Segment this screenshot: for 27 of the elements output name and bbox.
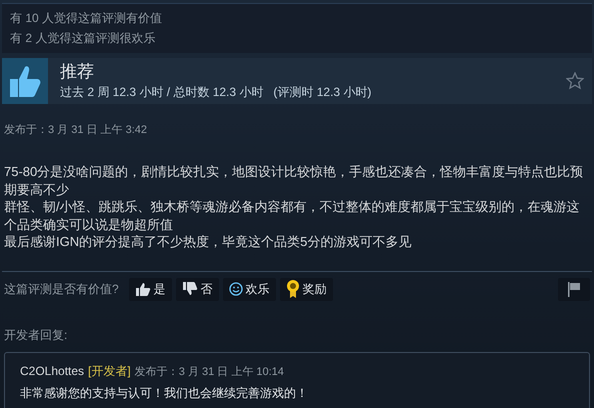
award-medal-icon (286, 279, 300, 299)
yes-button[interactable]: 是 (128, 278, 172, 300)
posted-date: 发布于：3 月 31 日 上午 3:42 (4, 123, 148, 137)
thumbs-up-icon (134, 282, 151, 296)
report-button[interactable] (558, 278, 590, 300)
star-icon[interactable] (566, 72, 584, 90)
funny-button[interactable]: 欢乐 (222, 278, 276, 300)
smiley-icon (228, 282, 243, 296)
no-button[interactable]: 否 (176, 278, 219, 300)
developer-tag: [开发者] (88, 362, 131, 380)
thumbs-up-icon (8, 63, 42, 99)
review-paragraph: 最后感谢IGN的评分提高了不少热度，毕竟这个品类5分的游戏可不多见 (4, 233, 412, 250)
award-button[interactable]: 奖励 (280, 278, 333, 300)
review-verdict: 推荐 (60, 61, 95, 83)
vote-summary: 有 10 人觉得这篇评测有价值 (10, 10, 164, 27)
flag-icon (566, 281, 582, 297)
developer-reply-heading: 开发者回复: (4, 326, 68, 344)
reply-text: 非常感谢您的支持与认可！我们也会继续完善游戏的！ (20, 384, 309, 402)
review-paragraph: 75-80分是没啥问题的，剧情比较扎实，地图设计比较惊艳，手感也还凑合，怪物丰富度与特点也比预期要高不少 (4, 163, 584, 198)
vote-summary: 有 2 人觉得这篇评测很欢乐 (10, 30, 156, 47)
playtime: 过去 2 周 12.3 小时 / 总时数 12.3 小时 (60, 85, 264, 99)
thumbs-down-icon (182, 282, 198, 296)
reply-author[interactable]: C2OLhottes (20, 364, 84, 378)
review-paragraph: 群怪、韧/小怪、跳跳乐、独木桥等魂游必备内容都有，不过整体的难度都属于宝宝级别的，在魂游这个品类确实可以说是物超所值 (4, 198, 581, 233)
playtime-at-review: (评测时 12.3 小时) (273, 85, 372, 99)
reply-date: 发布于：3 月 31 日 上午 10:14 (134, 364, 284, 378)
helpful-prompt: 这篇评测是否有价值? (4, 280, 119, 298)
